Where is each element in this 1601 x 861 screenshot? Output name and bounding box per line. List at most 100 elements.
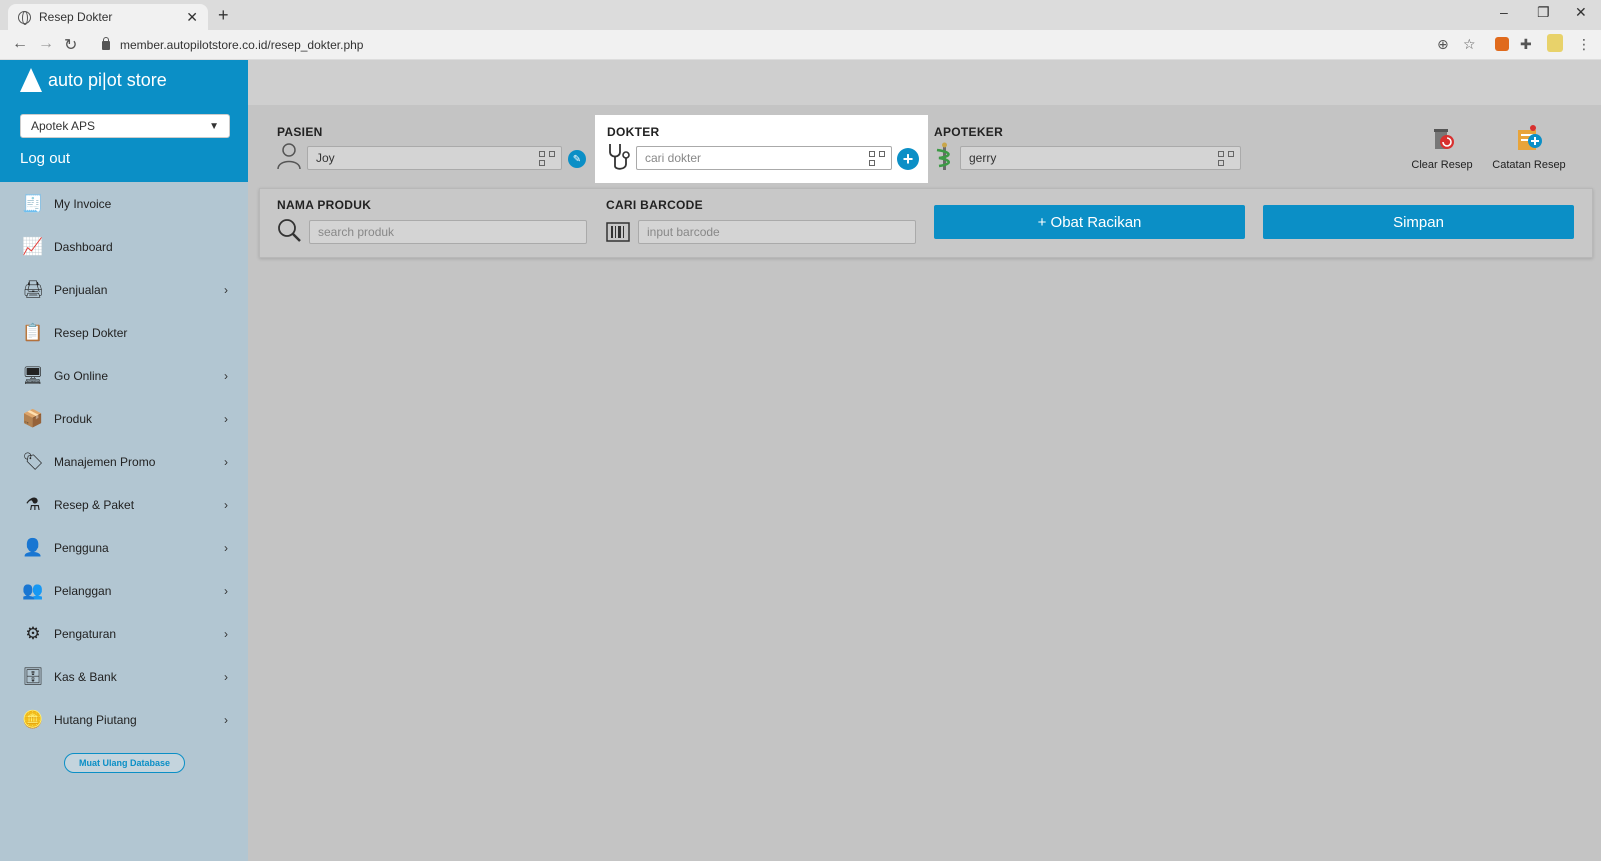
sidebar-item-resep-paket[interactable]: ⚗ Resep & Paket › [0,483,248,526]
add-doctor-plus-icon[interactable]: + [897,148,919,170]
catatan-resep-label: Catatan Resep [1492,159,1566,171]
brand-logo[interactable]: auto pi|ot store [20,68,167,92]
clear-resep-button[interactable]: Clear Resep [1408,124,1476,171]
sidebar-item-label: Pelanggan [54,583,112,598]
mortar-icon: ⚗ [25,494,41,514]
chevron-right-icon: › [224,411,228,426]
tab-close-button[interactable]: ✕ [186,9,198,26]
sidebar-item-label: Go Online [54,368,109,383]
browser-tab[interactable]: Resep Dokter ✕ [8,4,208,30]
barcode-input[interactable] [647,225,875,239]
chevron-right-icon: › [224,368,228,383]
prescription-icon: 📋 [22,322,44,342]
browser-menu-icon[interactable]: ⋮ [1577,36,1591,53]
chart-icon: 📈 [22,236,44,256]
sidebar-item-label: Pengaturan [54,626,117,641]
dokter-label: DOKTER [607,125,660,139]
obat-racikan-button[interactable]: + Obat Racikan [934,205,1245,239]
chevron-right-icon: › [224,583,228,598]
apoteker-field[interactable] [960,146,1241,170]
chevron-right-icon: › [224,626,228,641]
chevron-right-icon: › [224,497,228,512]
qr-scan-icon[interactable] [539,151,555,166]
url-text: member.autopilotstore.co.id/resep_dokter… [120,38,364,52]
sidebar-header: auto pi|ot store Apotek APS ▼ Log out [0,60,248,182]
sidebar-menu: 🧾 My Invoice 📈 Dashboard 🖨 Penjualan › 📋… [0,182,248,741]
sidebar-item-my-invoice[interactable]: 🧾 My Invoice [0,182,248,225]
sidebar-item-label: My Invoice [54,196,112,211]
sidebar-item-penjualan[interactable]: 🖨 Penjualan › [0,268,248,311]
extensions-puzzle-icon[interactable]: ✚ [1520,36,1532,53]
reload-icon[interactable]: ↻ [64,35,77,55]
store-select-value: Apotek APS [31,119,96,133]
browser-tab-bar: Resep Dokter ✕ + – ❐ ✕ [0,0,1601,30]
monitor-icon: 🖥 [22,365,44,385]
sidebar-item-label: Manajemen Promo [54,454,156,469]
customer-icon: 👥 [22,580,44,600]
sidebar-item-produk[interactable]: 📦 Produk › [0,397,248,440]
main-header-strip [248,60,1601,105]
chevron-right-icon: › [224,454,228,469]
profile-avatar-icon[interactable] [1547,34,1563,52]
sidebar-item-pelanggan[interactable]: 👥 Pelanggan › [0,569,248,612]
barcode-label: CARI BARCODE [606,198,703,212]
sidebar-item-hutang-piutang[interactable]: 🪙 Hutang Piutang › [0,698,248,741]
cash-register-icon: 🖨 [22,279,44,299]
trash-refresh-icon [1434,129,1454,149]
dokter-field[interactable] [636,146,892,170]
catatan-resep-button[interactable]: Catatan Resep [1490,124,1568,171]
sidebar-item-dashboard[interactable]: 📈 Dashboard [0,225,248,268]
pasien-label: PASIEN [277,125,323,139]
stethoscope-icon [609,144,630,170]
window-close-button[interactable]: ✕ [1575,4,1587,21]
box-icon: 📦 [22,408,44,428]
reload-database-button[interactable]: Muat Ulang Database [64,753,185,773]
sidebar-item-kas-bank[interactable]: 🗄 Kas & Bank › [0,655,248,698]
globe-icon [18,10,31,25]
sidebar-item-label: Resep Dokter [54,325,128,340]
apoteker-label: APOTEKER [934,125,1004,139]
sidebar-item-label: Dashboard [54,239,113,254]
restore-button[interactable]: ❐ [1537,4,1550,21]
sidebar-item-resep-dokter[interactable]: 📋 Resep Dokter [0,311,248,354]
nama-produk-label: NAMA PRODUK [277,198,372,212]
qr-scan-icon[interactable] [869,151,885,166]
chevron-right-icon: › [224,669,228,684]
note-add-icon [1518,125,1542,150]
barcode-icon [606,222,630,242]
nama-produk-field[interactable] [309,220,587,244]
sidebar-item-pengaturan[interactable]: ⚙ Pengaturan › [0,612,248,655]
address-bar: ← → ↻ member.autopilotstore.co.id/resep_… [0,30,1601,60]
safe-icon: 🗄 [22,666,44,686]
qr-scan-icon[interactable] [1218,151,1234,166]
sidebar-item-label: Penjualan [54,282,108,297]
chevron-right-icon: › [224,712,228,727]
extension-orange-icon[interactable] [1495,37,1509,51]
invoice-icon: 🧾 [22,193,44,213]
bookmark-star-icon[interactable]: ☆ [1463,36,1476,53]
pasien-field[interactable] [307,146,562,170]
sidebar-item-manajemen-promo[interactable]: 🏷 Manajemen Promo › [0,440,248,483]
forward-arrow-icon[interactable]: → [38,35,54,53]
simpan-button[interactable]: Simpan [1263,205,1574,239]
sidebar-item-go-online[interactable]: 🖥 Go Online › [0,354,248,397]
sidebar-item-pengguna[interactable]: 👤 Pengguna › [0,526,248,569]
edit-patient-pencil-icon[interactable]: ✎ [568,150,586,168]
back-arrow-icon[interactable]: ← [12,35,28,53]
sidebar-item-label: Hutang Piutang [54,712,137,727]
gears-icon: ⚙ [25,623,41,643]
clear-resep-label: Clear Resep [1411,159,1473,171]
barcode-field[interactable] [638,220,916,244]
new-tab-button[interactable]: + [218,5,229,26]
url-field[interactable]: member.autopilotstore.co.id/resep_dokter… [92,34,1472,56]
product-search-input[interactable] [318,225,546,239]
zoom-icon[interactable]: ⊕ [1437,36,1449,53]
search-icon [278,219,301,242]
sidebar-item-label: Pengguna [54,540,109,555]
pasien-input[interactable] [316,151,525,165]
apoteker-input[interactable] [969,151,1200,165]
logout-link[interactable]: Log out [20,150,70,167]
dokter-search-input[interactable] [645,151,855,165]
minimize-button[interactable]: – [1500,4,1508,20]
store-select[interactable]: Apotek APS ▼ [20,114,230,138]
